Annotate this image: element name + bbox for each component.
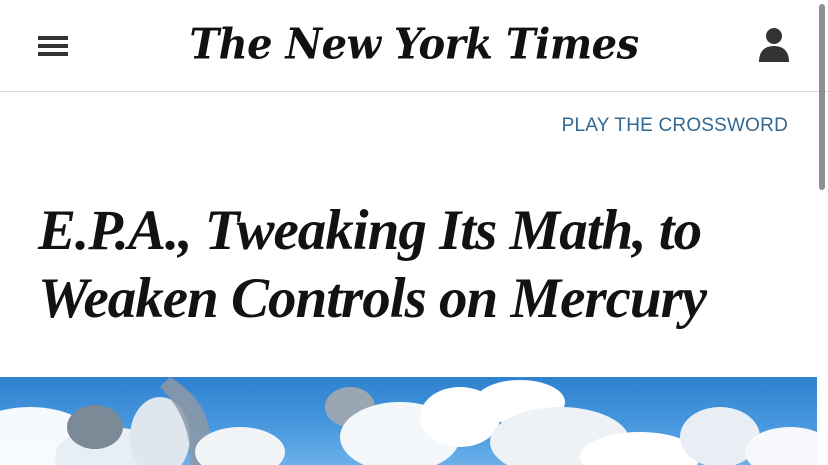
user-account-icon[interactable] — [756, 26, 792, 64]
user-silhouette — [759, 28, 789, 62]
page-scrollbar[interactable] — [817, 0, 828, 465]
top-bar: The New York Times — [0, 0, 828, 92]
hero-image — [0, 377, 817, 465]
article-headline: E.P.A., Tweaking Its Math, to Weaken Con… — [38, 199, 707, 330]
sky-clouds-graphic — [0, 377, 817, 465]
scroll-thumb[interactable] — [819, 4, 825, 190]
nyt-logo[interactable]: The New York Times — [0, 18, 828, 72]
logo-text: The New York Times — [189, 19, 639, 70]
play-crossword-link[interactable]: PLAY THE CROSSWORD — [562, 115, 788, 137]
